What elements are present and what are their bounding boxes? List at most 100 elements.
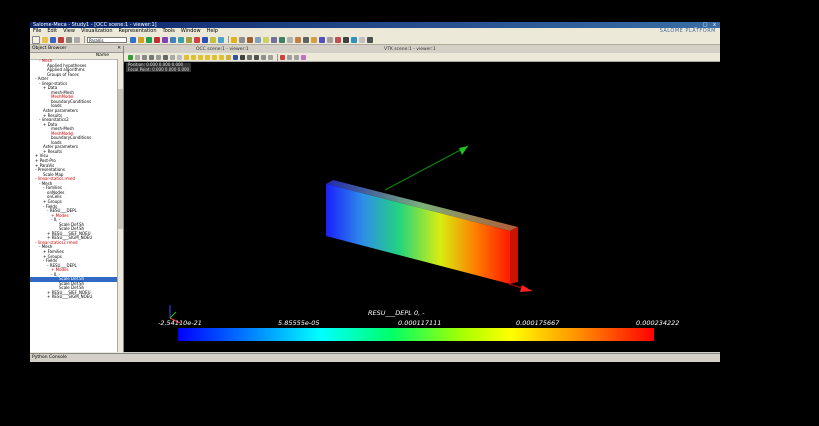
- pan-icon[interactable]: [149, 54, 154, 60]
- save-icon[interactable]: [50, 36, 56, 43]
- menu-window[interactable]: Window: [178, 28, 204, 35]
- scaling-icon[interactable]: [254, 54, 259, 60]
- separator: [84, 36, 85, 43]
- colorbar-tick-label: 0.000234222: [636, 319, 680, 327]
- copy-icon[interactable]: [66, 36, 72, 43]
- open-folder-icon[interactable]: [42, 36, 48, 43]
- graduated-axes-icon[interactable]: [261, 54, 266, 60]
- filter-icon[interactable]: [210, 36, 216, 43]
- view-top-icon[interactable]: [198, 54, 203, 60]
- check-icon[interactable]: [351, 36, 357, 43]
- separator: [228, 36, 229, 43]
- record-icon[interactable]: [280, 54, 285, 60]
- selection-mode-icon[interactable]: [301, 54, 306, 60]
- menu-view[interactable]: View: [60, 28, 78, 35]
- menu-representation[interactable]: Representation: [116, 28, 160, 35]
- group-icon[interactable]: [359, 36, 365, 43]
- clear-icon[interactable]: [194, 36, 200, 43]
- tree-item[interactable]: + RESU___SIGM_NOEU: [30, 295, 118, 300]
- rotation-point-icon[interactable]: [268, 54, 273, 60]
- colorbar-tick-label: 5.85555e-05: [278, 319, 320, 327]
- python-console-title: Python Console: [32, 355, 67, 360]
- box-icon[interactable]: [247, 36, 253, 43]
- measure-icon[interactable]: [343, 36, 349, 43]
- main-toolbar: ParaVis: [30, 35, 720, 45]
- trihedron-y-axis: [169, 311, 177, 319]
- geometry-icon[interactable]: [138, 36, 144, 43]
- trihedron-icon[interactable]: [233, 54, 238, 60]
- object-browser-title: Object Browser: [32, 46, 67, 51]
- mesh-icon[interactable]: [146, 36, 152, 43]
- fillet-icon[interactable]: [303, 36, 309, 43]
- cylinder-icon[interactable]: [255, 36, 261, 43]
- view-left-icon[interactable]: [212, 54, 217, 60]
- new-file-icon[interactable]: [32, 35, 40, 44]
- selection-icon[interactable]: [202, 36, 208, 43]
- view-back-icon[interactable]: [191, 54, 196, 60]
- axis-y-line: [384, 145, 469, 191]
- separator: [277, 53, 278, 61]
- aster-icon[interactable]: [170, 36, 176, 43]
- export-icon[interactable]: [367, 36, 373, 43]
- module-combo[interactable]: ParaVis: [87, 36, 127, 43]
- view-bottom-icon[interactable]: [205, 54, 210, 60]
- 3d-scene[interactable]: Position: 0.000 0.000 0.000 Focal Point:…: [124, 62, 720, 352]
- tool-icon[interactable]: [186, 36, 192, 43]
- viewer-toolbar: [124, 53, 720, 62]
- study-icon[interactable]: [178, 36, 184, 43]
- beam-end-face: [510, 227, 518, 284]
- fit-all-icon[interactable]: [170, 54, 175, 60]
- view-right-icon[interactable]: [219, 54, 224, 60]
- reset-view-icon[interactable]: [226, 54, 231, 60]
- menu-edit[interactable]: Edit: [44, 28, 60, 35]
- close-icon[interactable]: [58, 36, 64, 43]
- paravis-icon[interactable]: [162, 36, 168, 43]
- extrude-icon[interactable]: [287, 36, 293, 43]
- vertical-scrollbar[interactable]: [117, 59, 123, 352]
- menu-tools[interactable]: Tools: [160, 28, 178, 35]
- colorbar-tick-label: 0.000175667: [516, 319, 560, 327]
- explode-icon[interactable]: [335, 36, 341, 43]
- global-pan-icon[interactable]: [156, 54, 161, 60]
- torus-icon[interactable]: [279, 36, 285, 43]
- brand-logo: SALOME PLATFORM: [659, 28, 716, 34]
- viewer-area: OCC scene:1 - viewer:1 VTK scene:1 - vie…: [124, 46, 720, 352]
- dump-icon[interactable]: [218, 36, 224, 43]
- sphere-icon[interactable]: [263, 36, 269, 43]
- revolve-icon[interactable]: [295, 36, 301, 43]
- colorbar-tick-label: 0.000117111: [398, 319, 442, 327]
- application-window: Salome-Meca - Study1 - [OCC scene:1 - vi…: [30, 22, 720, 362]
- chamfer-icon[interactable]: [311, 36, 317, 43]
- cone-icon[interactable]: [271, 36, 277, 43]
- python-console[interactable]: Python Console: [30, 353, 720, 362]
- stop-icon[interactable]: [294, 54, 299, 60]
- interaction-style-icon[interactable]: [135, 54, 140, 60]
- menu-visualization[interactable]: Visualization: [78, 28, 116, 35]
- partition-icon[interactable]: [327, 36, 333, 43]
- menu-file[interactable]: File: [30, 28, 44, 35]
- clipping-icon[interactable]: [247, 54, 252, 60]
- post-pro-icon[interactable]: [154, 36, 160, 43]
- boolean-icon[interactable]: [319, 36, 325, 43]
- beam-front-face: [326, 184, 510, 284]
- object-tree[interactable]: - Mesh Applied hypotheses Applied algorith…: [30, 59, 118, 352]
- dump-view-icon[interactable]: [128, 54, 133, 60]
- projection-icon[interactable]: [240, 54, 245, 60]
- colorbar-title: RESU___DEPL 0, -: [368, 309, 425, 317]
- fit-area-icon[interactable]: [177, 54, 182, 60]
- menu-help[interactable]: Help: [204, 28, 221, 35]
- scalar-colorbar: [178, 328, 654, 341]
- scrollbar-thumb[interactable]: [118, 89, 123, 229]
- axis-y-arrowhead: [459, 146, 468, 155]
- module-icon[interactable]: [130, 36, 136, 43]
- pause-icon[interactable]: [287, 54, 292, 60]
- point-icon[interactable]: [231, 36, 237, 43]
- colorbar-tick-label: -2.54110e-21: [158, 319, 202, 327]
- paste-icon[interactable]: [74, 36, 80, 43]
- zoom-icon[interactable]: [142, 54, 147, 60]
- object-browser-header: Object Browser ✕: [30, 46, 123, 53]
- rotate-icon[interactable]: [163, 54, 168, 60]
- view-front-icon[interactable]: [184, 54, 189, 60]
- line-icon[interactable]: [239, 36, 245, 43]
- close-panel-icon[interactable]: ✕: [117, 46, 121, 52]
